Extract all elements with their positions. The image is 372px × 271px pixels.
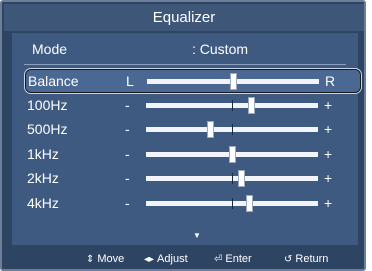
eq-row-min-label: L — [126, 73, 134, 89]
eq-row-label: 4kHz — [27, 194, 59, 211]
eq-row-min-label: - — [125, 145, 130, 162]
eq-row-min-label: - — [125, 121, 130, 137]
leftright-arrows-icon: ◂▸ — [144, 253, 155, 265]
slider-track[interactable] — [147, 73, 319, 90]
nav-move-label: Move — [97, 253, 125, 265]
eq-row-500hz[interactable]: 500Hz - + — [25, 118, 361, 142]
mode-value: : Custom — [192, 41, 249, 57]
slider-track[interactable] — [146, 145, 318, 163]
nav-move: ⇕ Move — [86, 253, 124, 265]
eq-row-max-label: + — [324, 96, 333, 113]
eq-row-label: 1kHz — [27, 145, 59, 162]
eq-row-max-label: + — [324, 121, 333, 137]
slider-track[interactable] — [146, 96, 318, 114]
eq-row-max-label: + — [324, 170, 333, 186]
eq-row-min-label: - — [125, 96, 130, 113]
enter-icon: ⏎ — [214, 253, 223, 265]
eq-row-4khz[interactable]: 4kHz - + — [25, 192, 361, 216]
scroll-down-icon: ▼ — [193, 231, 201, 240]
equalizer-osd: Equalizer Mode : Custom Balance L R 100Hz - +… — [0, 0, 366, 271]
eq-row-balance[interactable]: Balance L R — [25, 69, 361, 93]
slider-knob[interactable] — [230, 73, 237, 90]
slider-center-tick — [232, 173, 233, 184]
return-icon: ↺ — [284, 253, 293, 265]
nav-return: ↺ Return — [284, 253, 328, 265]
slider-knob[interactable] — [247, 96, 255, 114]
nav-adjust: ◂▸ Adjust — [144, 253, 188, 265]
slider-knob[interactable] — [229, 145, 236, 163]
nav-return-label: Return — [295, 253, 329, 265]
slider-center-tick — [232, 99, 233, 111]
eq-row-max-label: + — [324, 145, 333, 162]
slider-knob[interactable] — [206, 121, 214, 138]
eq-row-max-label: R — [325, 73, 336, 89]
eq-row-100hz[interactable]: 100Hz - + — [25, 94, 361, 118]
updown-arrows-icon: ⇕ — [86, 253, 95, 265]
eq-row-1khz[interactable]: 1kHz - + — [25, 143, 361, 167]
slider-track[interactable] — [146, 194, 318, 212]
nav-adjust-label: Adjust — [157, 253, 188, 265]
eq-row-min-label: - — [125, 194, 130, 211]
slider-knob[interactable] — [237, 170, 245, 187]
eq-row-min-label: - — [125, 170, 130, 186]
nav-enter-label: Enter — [225, 253, 252, 265]
eq-row-label: Balance — [28, 73, 79, 89]
slider-center-tick — [232, 197, 233, 209]
slider-knob[interactable] — [246, 194, 254, 212]
mode-row[interactable]: Mode : Custom — [12, 33, 358, 61]
eq-row-label: 100Hz — [27, 96, 68, 113]
nav-enter: ⏎ Enter — [214, 253, 252, 265]
slider-track[interactable] — [146, 170, 318, 187]
nav-help-bar: ⇕ Move ◂▸ Adjust ⏎ Enter ↺ Return — [4, 247, 364, 271]
eq-row-label: 2kHz — [27, 170, 59, 186]
eq-row-label: 500Hz — [27, 121, 68, 137]
mode-label: Mode — [32, 41, 68, 57]
divider — [24, 64, 346, 65]
slider-center-tick — [232, 124, 233, 135]
eq-row-max-label: + — [324, 194, 333, 211]
equalizer-panel: Mode : Custom Balance L R 100Hz - +500Hz - +1kH… — [12, 33, 361, 245]
slider-track[interactable] — [146, 121, 318, 138]
menu-title: Equalizer — [4, 4, 364, 31]
eq-row-2khz[interactable]: 2kHz - + — [25, 167, 361, 191]
